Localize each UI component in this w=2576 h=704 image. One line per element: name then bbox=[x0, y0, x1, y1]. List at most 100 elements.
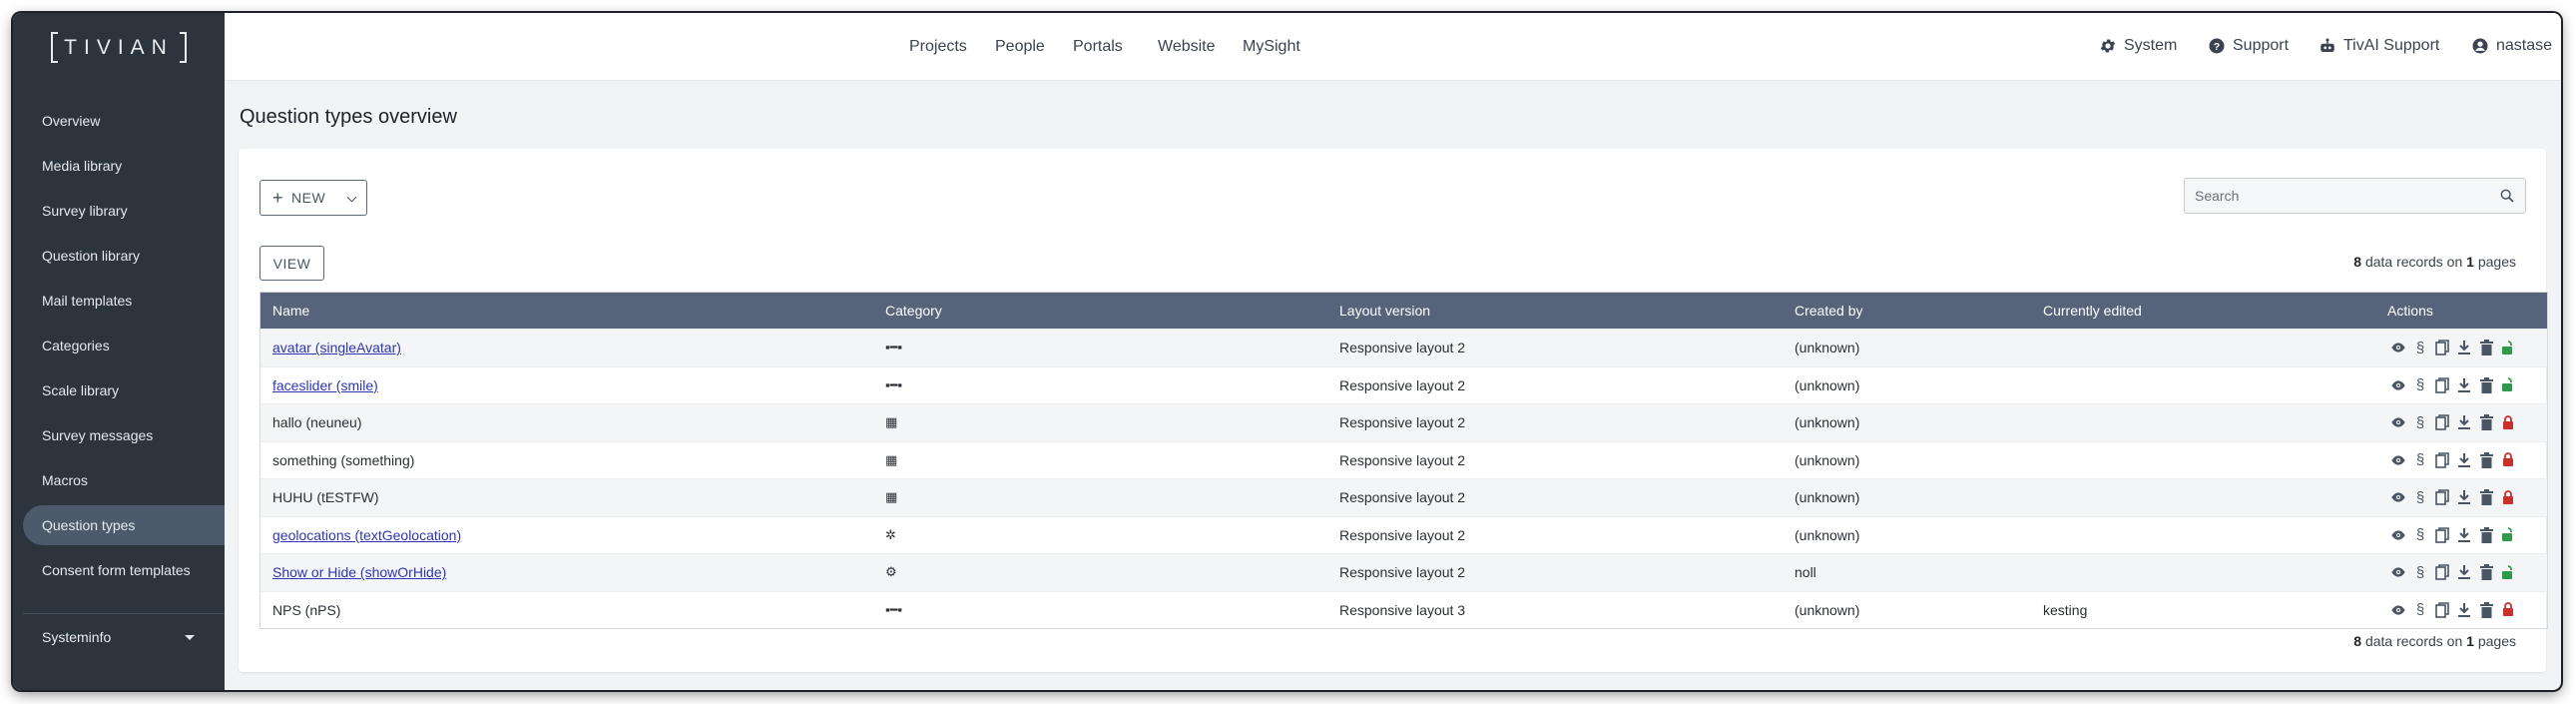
sidebar-item-overview[interactable]: Overview bbox=[23, 101, 225, 141]
search-field[interactable]: Search bbox=[2184, 178, 2526, 214]
system-link[interactable]: System bbox=[2099, 37, 2177, 55]
question-type-name: HUHU (tESTFW) bbox=[272, 489, 379, 506]
col-category[interactable]: Category bbox=[885, 293, 942, 329]
section-icon[interactable]: § bbox=[2409, 600, 2431, 620]
sidebar-item-survey-library[interactable]: Survey library bbox=[23, 191, 225, 231]
nav-website[interactable]: Website bbox=[1158, 38, 1216, 56]
table-body: avatar (singleAvatar) ▪━▪ Responsive layou… bbox=[260, 329, 2547, 628]
nav-people[interactable]: People bbox=[995, 38, 1045, 56]
sidebar-item-macros[interactable]: Macros bbox=[23, 460, 225, 500]
section-icon[interactable]: § bbox=[2409, 487, 2431, 507]
lock-icon[interactable] bbox=[2497, 412, 2519, 432]
created-by: (unknown) bbox=[1795, 376, 1860, 393]
question-type-link[interactable]: geolocations (textGeolocation) bbox=[272, 527, 461, 543]
lock-icon[interactable] bbox=[2497, 450, 2519, 470]
tivian-logo[interactable]: TIVIAN bbox=[51, 32, 187, 63]
trash-icon[interactable] bbox=[2475, 338, 2497, 357]
slider-icon: ▪━▪ bbox=[885, 376, 903, 392]
nav-mysight[interactable]: MySight bbox=[1243, 38, 1300, 56]
download-icon[interactable] bbox=[2453, 487, 2475, 507]
col-layout-version[interactable]: Layout version bbox=[1339, 293, 1430, 329]
col-currently-edited[interactable]: Currently edited bbox=[2043, 293, 2142, 329]
copy-icon[interactable] bbox=[2431, 562, 2453, 582]
records-count-top: 8 data records on 1 pages bbox=[2353, 254, 2516, 270]
sidebar-item-categories[interactable]: Categories bbox=[23, 326, 225, 365]
copy-icon[interactable] bbox=[2431, 375, 2453, 395]
copy-icon[interactable] bbox=[2431, 412, 2453, 432]
question-type-link[interactable]: faceslider (smile) bbox=[272, 377, 378, 393]
view-button[interactable]: VIEW bbox=[259, 246, 324, 281]
search-icon[interactable] bbox=[2499, 188, 2515, 207]
section-icon[interactable]: § bbox=[2409, 338, 2431, 357]
trash-icon[interactable] bbox=[2475, 525, 2497, 545]
sidebar-item-survey-messages[interactable]: Survey messages bbox=[23, 415, 225, 455]
unlock-icon[interactable] bbox=[2497, 338, 2519, 357]
question-type-link[interactable]: avatar (singleAvatar) bbox=[272, 340, 401, 355]
section-icon[interactable]: § bbox=[2409, 375, 2431, 395]
unlock-icon[interactable] bbox=[2497, 375, 2519, 395]
trash-icon[interactable] bbox=[2475, 412, 2497, 432]
trash-icon[interactable] bbox=[2475, 450, 2497, 470]
col-actions: Actions bbox=[2387, 303, 2433, 319]
sidebar-item-systeminfo[interactable]: Systeminfo bbox=[23, 617, 225, 657]
question-type-name[interactable]: Show or Hide (showOrHide) bbox=[272, 554, 446, 591]
download-icon[interactable] bbox=[2453, 450, 2475, 470]
eye-icon[interactable] bbox=[2387, 338, 2409, 357]
col-created-by[interactable]: Created by bbox=[1795, 293, 1862, 329]
trash-icon[interactable] bbox=[2475, 600, 2497, 620]
tivai-support-link[interactable]: TivAI Support bbox=[2318, 37, 2439, 55]
copy-icon[interactable] bbox=[2431, 600, 2453, 620]
download-icon[interactable] bbox=[2453, 338, 2475, 357]
col-name[interactable]: Name bbox=[272, 293, 309, 329]
eye-icon[interactable] bbox=[2387, 562, 2409, 582]
lock-icon[interactable] bbox=[2497, 487, 2519, 507]
sidebar-item-mail-templates[interactable]: Mail templates bbox=[23, 281, 225, 321]
sidebar-divider bbox=[23, 613, 225, 614]
download-icon[interactable] bbox=[2453, 412, 2475, 432]
question-type-name[interactable]: faceslider (smile) bbox=[272, 367, 378, 404]
support-link[interactable]: ? Support bbox=[2208, 37, 2289, 55]
download-icon[interactable] bbox=[2453, 562, 2475, 582]
download-icon[interactable] bbox=[2453, 375, 2475, 395]
user-name: nastase bbox=[2496, 37, 2553, 54]
copy-icon[interactable] bbox=[2431, 525, 2453, 545]
section-icon[interactable]: § bbox=[2409, 562, 2431, 582]
download-icon[interactable] bbox=[2453, 525, 2475, 545]
section-icon[interactable]: § bbox=[2409, 450, 2431, 470]
created-by: (unknown) bbox=[1795, 414, 1860, 431]
trash-icon[interactable] bbox=[2475, 487, 2497, 507]
sidebar-item-consent-form-templates[interactable]: Consent form templates bbox=[23, 550, 225, 590]
sidebar-item-question-types[interactable]: Question types bbox=[23, 505, 225, 545]
lock-icon[interactable] bbox=[2497, 600, 2519, 620]
section-icon[interactable]: § bbox=[2409, 412, 2431, 432]
new-button[interactable]: + NEW bbox=[259, 180, 367, 216]
unlock-icon[interactable] bbox=[2497, 562, 2519, 582]
copy-icon[interactable] bbox=[2431, 338, 2453, 357]
trash-icon[interactable] bbox=[2475, 375, 2497, 395]
unlock-icon[interactable] bbox=[2497, 525, 2519, 545]
copy-icon[interactable] bbox=[2431, 487, 2453, 507]
eye-icon[interactable] bbox=[2387, 412, 2409, 432]
eye-icon[interactable] bbox=[2387, 487, 2409, 507]
nav-portals[interactable]: Portals bbox=[1073, 38, 1123, 56]
eye-icon[interactable] bbox=[2387, 375, 2409, 395]
user-menu[interactable]: nastase bbox=[2471, 37, 2552, 55]
copy-icon[interactable] bbox=[2431, 450, 2453, 470]
download-icon[interactable] bbox=[2453, 600, 2475, 620]
eye-icon[interactable] bbox=[2387, 450, 2409, 470]
eye-icon[interactable] bbox=[2387, 525, 2409, 545]
section-icon[interactable]: § bbox=[2409, 525, 2431, 545]
trash-icon[interactable] bbox=[2475, 562, 2497, 582]
app-window: TIVIAN Overview Media library Survey libra… bbox=[13, 13, 2561, 690]
eye-icon[interactable] bbox=[2387, 600, 2409, 620]
question-type-link[interactable]: Show or Hide (showOrHide) bbox=[272, 564, 446, 580]
question-type-name[interactable]: geolocations (textGeolocation) bbox=[272, 517, 461, 554]
sidebar-item-scale-library[interactable]: Scale library bbox=[23, 370, 225, 410]
row-actions: § bbox=[2387, 367, 2519, 404]
nav-projects[interactable]: Projects bbox=[909, 38, 967, 56]
sidebar-item-question-library[interactable]: Question library bbox=[23, 236, 225, 276]
created-by: (unknown) bbox=[1795, 340, 1860, 356]
sidebar-item-label: Survey messages bbox=[42, 427, 154, 443]
question-type-name[interactable]: avatar (singleAvatar) bbox=[272, 330, 401, 366]
sidebar-item-media-library[interactable]: Media library bbox=[23, 146, 225, 186]
